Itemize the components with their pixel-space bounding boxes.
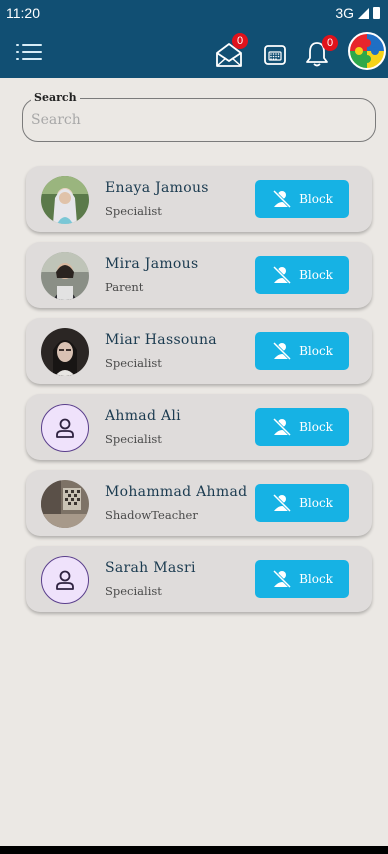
block-button[interactable]: Block — [255, 484, 349, 522]
block-button[interactable]: Block — [255, 408, 349, 446]
block-user-icon — [273, 342, 292, 360]
app-bar: 0 0 — [0, 26, 388, 78]
search-field[interactable]: Search — [22, 91, 376, 142]
network-type: 3G — [335, 5, 354, 21]
user-card: Sarah Masri Specialist Block — [26, 546, 372, 612]
user-avatar — [41, 404, 89, 452]
system-nav-bar — [0, 846, 388, 854]
user-card: Miar Hassouna Specialist Block — [26, 318, 372, 384]
user-avatar — [41, 176, 89, 224]
status-icons: 3G — [335, 5, 380, 21]
notifications-button[interactable]: 0 — [302, 34, 338, 70]
block-label: Block — [299, 420, 333, 434]
calendar-button[interactable] — [258, 34, 294, 70]
block-button[interactable]: Block — [255, 332, 349, 370]
block-label: Block — [299, 192, 333, 206]
status-bar: 11:20 3G — [0, 0, 388, 26]
block-button[interactable]: Block — [255, 180, 349, 218]
user-card: Ahmad Ali Specialist Block — [26, 394, 372, 460]
user-role: ShadowTeacher — [105, 508, 198, 522]
block-label: Block — [299, 344, 333, 358]
block-button[interactable]: Block — [255, 256, 349, 294]
user-name: Mohammad Ahmad — [105, 484, 248, 500]
block-label: Block — [299, 268, 333, 282]
user-name: Sarah Masri — [105, 560, 196, 576]
user-name: Miar Hassouna — [105, 332, 217, 348]
person-icon — [56, 418, 74, 438]
user-card: Mira Jamous Parent Block — [26, 242, 372, 308]
profile-avatar[interactable] — [348, 32, 386, 70]
user-name: Enaya Jamous — [105, 180, 209, 196]
puzzle-logo-icon — [350, 34, 384, 68]
user-role: Specialist — [105, 432, 162, 446]
user-card: Mohammad Ahmad ShadowTeacher Block — [26, 470, 372, 536]
user-avatar — [41, 556, 89, 604]
user-role: Specialist — [105, 204, 162, 218]
user-avatar — [41, 252, 89, 300]
user-role: Parent — [105, 280, 144, 294]
messages-badge: 0 — [232, 33, 248, 49]
user-avatar — [41, 480, 89, 528]
signal-icon — [358, 7, 369, 19]
block-user-icon — [273, 190, 292, 208]
user-name: Ahmad Ali — [105, 408, 181, 424]
user-avatar — [41, 328, 89, 376]
block-user-icon — [273, 418, 292, 436]
messages-button[interactable]: 0 — [212, 33, 248, 70]
block-user-icon — [273, 494, 292, 512]
search-label: Search — [31, 91, 80, 105]
user-name: Mira Jamous — [105, 256, 199, 272]
block-label: Block — [299, 572, 333, 586]
block-label: Block — [299, 496, 333, 510]
calendar-icon — [264, 45, 286, 65]
notifications-badge: 0 — [322, 35, 338, 51]
user-role: Specialist — [105, 584, 162, 598]
status-time: 11:20 — [6, 5, 40, 21]
block-user-icon — [273, 570, 292, 588]
block-button[interactable]: Block — [255, 560, 349, 598]
menu-icon[interactable] — [16, 41, 42, 63]
user-role: Specialist — [105, 356, 162, 370]
block-user-icon — [273, 266, 292, 284]
search-input[interactable] — [31, 107, 361, 133]
user-card: Enaya Jamous Specialist Block — [26, 166, 372, 232]
battery-icon — [373, 7, 380, 19]
person-icon — [56, 570, 74, 590]
